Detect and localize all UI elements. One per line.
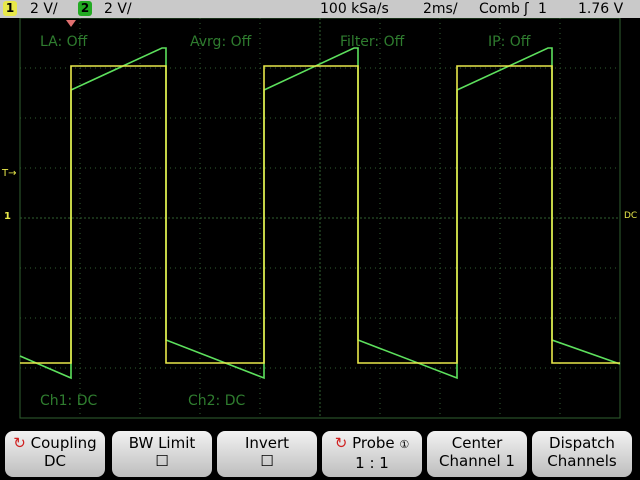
graticule [19,18,621,419]
center-softkey[interactable]: Center Channel 1 [427,431,527,477]
ip-status: IP: Off [488,34,531,50]
waveform-svg [19,18,621,419]
invert-label: Invert [244,434,290,452]
ch2-scale[interactable]: 2 V/ [104,0,132,18]
coupling-softkey[interactable]: ↻ Coupling DC [5,431,105,477]
ch1-scale[interactable]: 2 V/ [30,0,58,18]
waveform-display[interactable]: LA: Off Avrg: Off Filter: Off IP: Off Ch… [0,18,640,424]
ch1-badge[interactable]: 1 [3,1,17,16]
trigger-level-marker[interactable]: T→ [2,168,17,179]
rotate-knob-icon: ↻ [13,434,26,452]
dispatch-softkey[interactable]: Dispatch Channels [532,431,632,477]
dc-marker: DC [624,211,638,221]
trigger-edge-icon: ʃ [524,1,529,17]
dispatch-label: Dispatch [549,434,615,452]
invert-checkbox[interactable]: ☐ [217,452,317,470]
trigger-position-icon [66,20,76,27]
la-status: LA: Off [40,34,88,50]
probe-label: Probe [352,434,395,452]
ch1-ground-marker[interactable]: 1 [4,211,11,222]
bw-limit-checkbox[interactable]: ☐ [112,452,212,470]
submenu-icon: ① [399,438,410,451]
filter-status: Filter: Off [340,34,405,50]
dispatch-value: Channels [547,452,617,470]
softkey-bar: ↻ Coupling DC BW Limit ☐ Invert ☐ ↻ Prob… [0,424,640,480]
bw-limit-softkey[interactable]: BW Limit ☐ [112,431,212,477]
center-value: Channel 1 [439,452,515,470]
bw-limit-label: BW Limit [128,434,196,452]
ch2-coupling-label: Ch2: DC [188,393,246,409]
ch2-badge[interactable]: 2 [78,1,92,16]
probe-softkey[interactable]: ↻ Probe ① 1 : 1 [322,431,422,477]
ch2-waveform [19,47,621,380]
trigger-level[interactable]: 1.76 V [578,0,623,18]
center-label: Center [451,434,503,452]
ch1-coupling-label: Ch1: DC [40,393,98,409]
invert-softkey[interactable]: Invert ☐ [217,431,317,477]
probe-value: 1 : 1 [355,454,389,472]
sample-rate: 100 kSa/s [320,1,389,17]
status-bar: 1 2 V/ 2 2 V/ 100 kSa/s 2ms/ Comb ʃ 1 1.… [0,0,640,18]
avrg-status: Avrg: Off [190,34,252,50]
trigger-source[interactable]: 1 [538,0,547,18]
coupling-value: DC [43,452,67,470]
rotate-knob-icon: ↻ [334,434,348,452]
coupling-label: Coupling [30,434,97,452]
acquisition-mode: Comb [479,1,520,17]
timebase[interactable]: 2ms/ [423,0,458,18]
